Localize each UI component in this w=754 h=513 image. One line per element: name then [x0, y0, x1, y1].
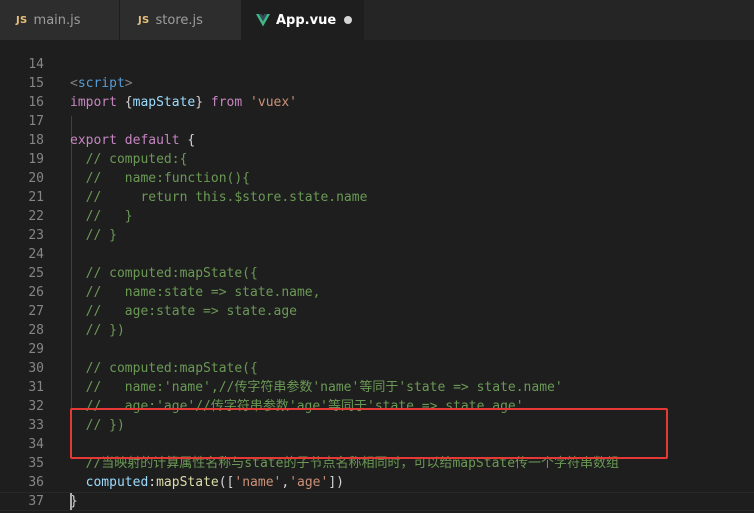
- code-line: 14 <script>: [0, 36, 754, 91]
- unsaved-dot-icon[interactable]: [344, 16, 352, 24]
- js-file-icon: JS: [16, 14, 28, 26]
- code-line: 17 export default {: [0, 93, 754, 148]
- tab-label: App.vue: [276, 12, 337, 28]
- code-line: 19 // name:function(){: [0, 131, 754, 186]
- code-line: 22 // }: [0, 188, 754, 243]
- js-file-icon: JS: [138, 14, 150, 26]
- tab-label: main.js: [33, 12, 81, 28]
- code-line: 15 import {mapState} from 'vuex': [0, 55, 754, 110]
- editor-window: JS main.js JS store.js App.vue 14 <scrip…: [0, 0, 754, 513]
- tab-label: store.js: [155, 12, 203, 28]
- code-line: 37 </script>: [0, 473, 754, 509]
- code-line: 30 // name:'name',//传字符串参数'name'等同于'stat…: [0, 340, 754, 395]
- tab-app-vue[interactable]: App.vue: [242, 0, 364, 40]
- code-line: 24 // computed:mapState({: [0, 226, 754, 281]
- code-line: 20 // return this.$store.state.name: [0, 150, 754, 205]
- tab-store-js[interactable]: JS store.js: [120, 0, 242, 40]
- tab-main-js[interactable]: JS main.js: [0, 0, 120, 40]
- code-line: 18 // computed:{: [0, 112, 754, 167]
- code-line: 32 // }): [0, 378, 754, 433]
- code-line: 16: [0, 74, 754, 110]
- tab-bar: JS main.js JS store.js App.vue: [0, 0, 754, 40]
- code-line: 21 // }: [0, 169, 754, 224]
- highlight-annotation-box: [70, 408, 668, 459]
- vue-icon: [256, 13, 270, 26]
- tab-bar-empty: [364, 0, 754, 40]
- code-editor[interactable]: 14 <script> 15 import {mapState} from 'v…: [0, 40, 754, 513]
- code-line: 27 // }): [0, 283, 754, 338]
- code-line: 23: [0, 207, 754, 243]
- code-line: 29 // computed:mapState({: [0, 321, 754, 376]
- code-line: 25 // name:state => state.name,: [0, 245, 754, 300]
- code-line: 26 // age:state => state.age: [0, 264, 754, 319]
- code-line: 28: [0, 302, 754, 338]
- code-line: 31 // age:'age'//传字符串参数'age'等同于'state =>…: [0, 359, 754, 414]
- code-line: 38: [0, 492, 754, 511]
- text-cursor: [70, 493, 72, 510]
